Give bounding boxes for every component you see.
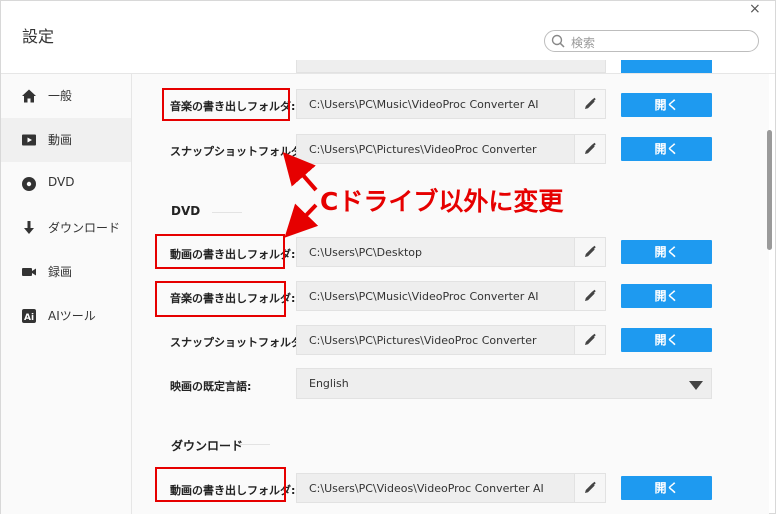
annotation-text: Cドライブ以外に変更 (320, 187, 564, 216)
annotation-arrows (282, 151, 319, 238)
